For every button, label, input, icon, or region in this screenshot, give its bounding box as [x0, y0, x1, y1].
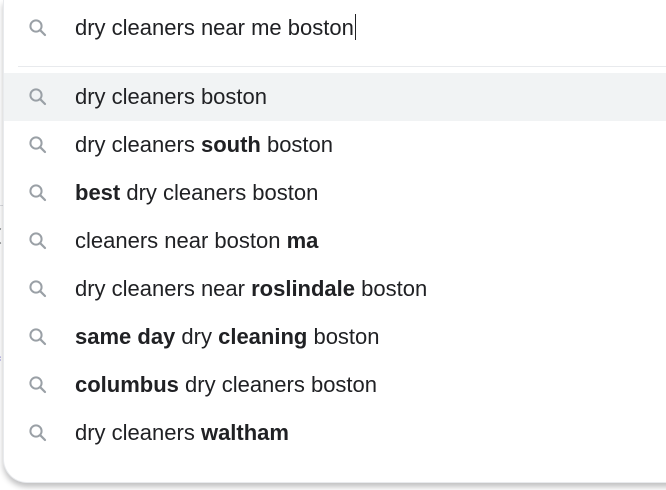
suggestion-bold-term: same day	[75, 324, 176, 349]
search-icon	[26, 421, 50, 445]
search-box[interactable]: dry cleaners near me boston	[4, 0, 666, 56]
search-icon	[26, 85, 50, 109]
suggestion-label: dry cleaners boston	[75, 83, 267, 111]
suggestion-item[interactable]: same day dry cleaning boston	[4, 313, 666, 361]
suggestion-text: boston	[355, 276, 428, 301]
suggestion-text: dry	[175, 324, 219, 349]
suggestion-list: dry cleaners boston dry cleaners south bo…	[4, 73, 666, 457]
search-icon	[26, 373, 50, 397]
search-icon	[26, 325, 50, 349]
suggestion-label: same day dry cleaning boston	[75, 323, 380, 351]
suggestion-item[interactable]: cleaners near boston ma	[4, 217, 666, 265]
autocomplete-dropdown: dry cleaners near me boston dry cleaners…	[3, 0, 666, 483]
suggestion-item[interactable]: dry cleaners boston	[4, 73, 666, 121]
suggestion-item[interactable]: dry cleaners waltham	[4, 409, 666, 457]
text-cursor	[354, 14, 357, 40]
suggestion-bold-term: ma	[286, 228, 319, 253]
suggestion-label: dry cleaners near roslindale boston	[75, 275, 427, 303]
suggestion-label: dry cleaners south boston	[75, 131, 333, 159]
suggestion-text: boston	[307, 324, 380, 349]
suggestion-bold-term: waltham	[200, 420, 289, 445]
suggestion-text: dry cleaners boston	[120, 180, 319, 205]
suggestion-bold-term: columbus	[75, 372, 179, 397]
background-glyph: (	[0, 228, 1, 244]
suggestion-bold-term: cleaning	[218, 324, 308, 349]
search-input[interactable]: dry cleaners near me boston	[75, 14, 357, 42]
suggestion-item[interactable]: dry cleaners south boston	[4, 121, 666, 169]
dropdown-divider	[18, 66, 666, 67]
search-icon	[26, 277, 50, 301]
suggestion-bold-term: roslindale	[251, 276, 356, 301]
search-icon	[26, 16, 50, 40]
suggestion-text: dry cleaners	[75, 132, 201, 157]
suggestion-label: cleaners near boston ma	[75, 227, 318, 255]
suggestion-text: dry cleaners boston	[75, 84, 267, 109]
suggestion-bold-term: south	[200, 132, 261, 157]
suggestion-label: best dry cleaners boston	[75, 179, 318, 207]
suggestion-text: dry cleaners near	[75, 276, 252, 301]
suggestion-text: cleaners near boston	[75, 228, 287, 253]
search-icon	[26, 181, 50, 205]
suggestion-text: dry cleaners	[75, 420, 201, 445]
suggestion-item[interactable]: columbus dry cleaners boston	[4, 361, 666, 409]
suggestion-text: dry cleaners boston	[178, 372, 378, 397]
suggestion-label: dry cleaners waltham	[75, 419, 289, 447]
suggestion-item[interactable]: dry cleaners near roslindale boston	[4, 265, 666, 313]
suggestion-item[interactable]: best dry cleaners boston	[4, 169, 666, 217]
suggestion-bold-term: best	[75, 180, 121, 205]
search-icon	[26, 133, 50, 157]
suggestion-label: columbus dry cleaners boston	[75, 371, 377, 399]
search-icon	[26, 229, 50, 253]
suggestion-text: boston	[260, 132, 334, 157]
search-query-text: dry cleaners near me boston	[75, 15, 354, 40]
search-page: ( | f i dry cleaners near me boston dry …	[0, 0, 666, 490]
